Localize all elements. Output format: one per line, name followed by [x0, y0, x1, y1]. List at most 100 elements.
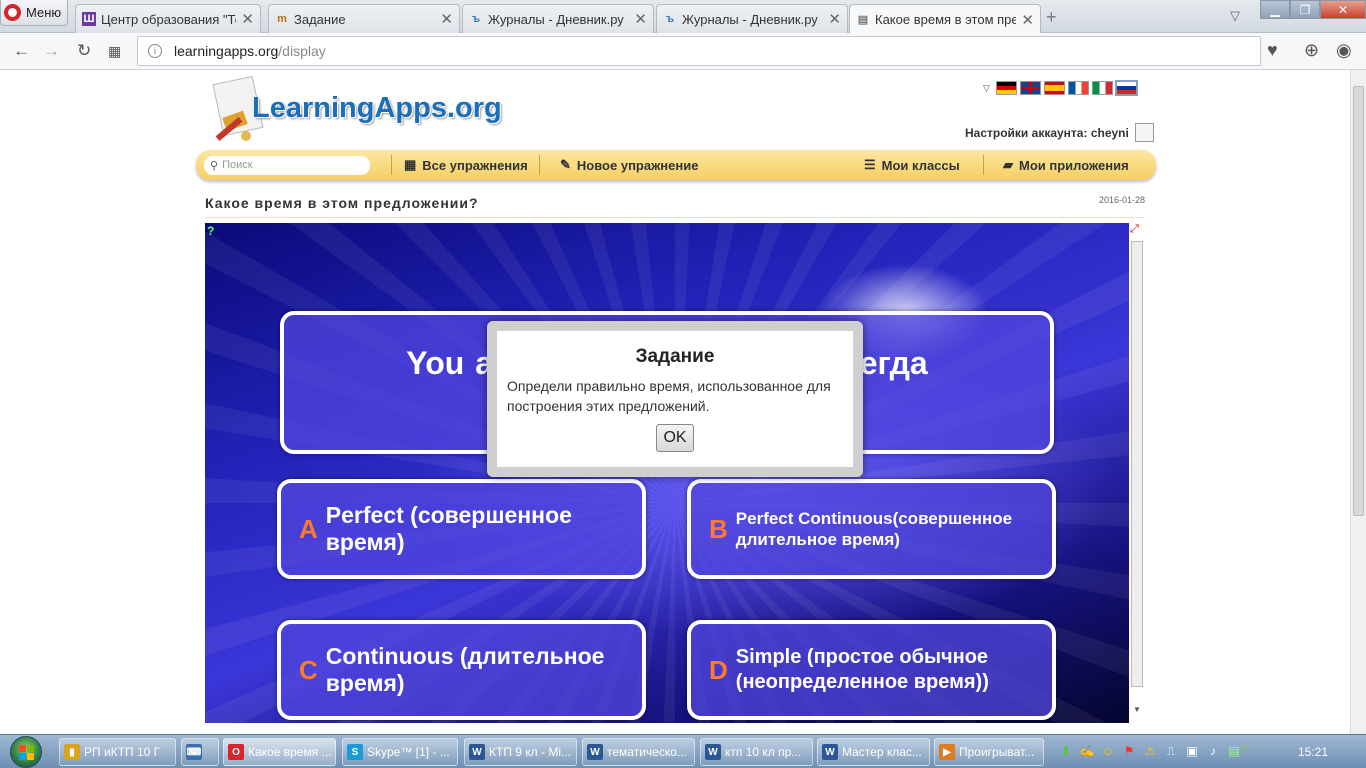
window-controls: ▁ ❐ ✕	[1260, 0, 1366, 19]
new-tab-icon[interactable]: +	[1046, 7, 1057, 28]
reload-icon[interactable]: ↻	[77, 41, 91, 61]
flag-es-icon[interactable]	[1043, 81, 1065, 95]
download-icon[interactable]: ⊕	[1304, 40, 1319, 61]
windows-logo-icon	[10, 736, 42, 768]
clock[interactable]: 15:21	[1298, 745, 1328, 759]
close-window-icon[interactable]: ✕	[1320, 0, 1366, 19]
pen-icon[interactable]: ✍	[1079, 742, 1095, 760]
taskbar-item[interactable]: O Какое время ...	[223, 738, 336, 766]
page-date: 2016-01-28	[1099, 195, 1146, 205]
taskbar-app-icon: S	[347, 744, 363, 760]
flag-ru-icon[interactable]	[1114, 80, 1138, 96]
answer-b-button[interactable]: B Perfect Continuous(совершенное длитель…	[687, 479, 1056, 579]
avatar[interactable]	[1134, 123, 1154, 142]
volume-icon[interactable]: ♪	[1205, 742, 1221, 760]
close-icon[interactable]: ✕	[440, 10, 453, 28]
answer-a-button[interactable]: A Perfect (совершенное время)	[277, 479, 646, 579]
tab-menu-icon[interactable]: ▽	[1230, 8, 1240, 24]
close-icon[interactable]: ✕	[1021, 11, 1034, 29]
nav-my-apps[interactable]: ▰ Мои приложения	[1003, 150, 1129, 180]
taskbar-app-icon: O	[228, 744, 244, 760]
warning-icon[interactable]: ⚠	[1142, 742, 1158, 760]
answer-letter: B	[709, 513, 728, 544]
answer-letter: A	[299, 513, 318, 544]
tab-dnevnik-1[interactable]: ъ Журналы - Дневник.ру ✕	[462, 4, 654, 33]
tab-zadanie[interactable]: m Задание ✕	[268, 4, 460, 33]
network-icon[interactable]: ▣	[1184, 742, 1200, 760]
flag-fr-icon[interactable]	[1067, 81, 1089, 95]
folder-icon: ▰	[1003, 157, 1013, 172]
start-button[interactable]	[3, 735, 49, 768]
taskbar-app-icon: W	[705, 744, 721, 760]
opera-menu-button[interactable]: Меню	[0, 0, 68, 26]
app-tray-icon[interactable]: ▤	[1226, 742, 1242, 760]
taskbar-item[interactable]: W Мастер клас...	[817, 738, 930, 766]
grid-icon: ▦	[404, 157, 417, 172]
tab-center[interactable]: Ш Центр образования "Техн ✕	[75, 4, 261, 33]
search-input[interactable]: ⚲ Поиск	[204, 155, 370, 175]
dnevnik-icon: ъ	[471, 13, 481, 25]
nav-my-classes[interactable]: ☰ Мои классы	[864, 150, 960, 180]
fullscreen-icon[interactable]: ⤢	[1130, 223, 1144, 237]
taskbar-item[interactable]: ▶ Проигрыват...	[934, 738, 1044, 766]
scrollbar-thumb[interactable]	[1353, 86, 1364, 516]
usb-icon[interactable]: ⎍	[1163, 742, 1179, 760]
dialog-title: Задание	[635, 346, 715, 367]
flag-it-icon[interactable]	[1091, 81, 1113, 95]
answer-c-button[interactable]: C Continuous (длительное время)	[277, 620, 646, 720]
flag-de-icon[interactable]	[995, 81, 1017, 95]
taskbar-item[interactable]: S Skype™ [1] - ...	[342, 738, 458, 766]
page-icon: ▤	[857, 14, 869, 26]
taskbar-item[interactable]: W КТП 9 кл - Mi...	[464, 738, 577, 766]
nav-new-exercise[interactable]: ✎ Новое упражнение	[560, 150, 698, 180]
answer-d-button[interactable]: D Simple (простое обычное (неопределенно…	[687, 620, 1056, 720]
taskbar-item[interactable]: ▮ РП иКТП 10 Г	[59, 738, 176, 766]
nav-label: Новое упражнение	[576, 157, 699, 173]
speed-dial-icon[interactable]: ▦	[108, 43, 121, 60]
answer-text: Perfect (совершенное время)	[325, 502, 572, 555]
heart-icon[interactable]: ♥	[1267, 40, 1278, 61]
flag-en-icon[interactable]	[1019, 81, 1041, 95]
taskbar-item[interactable]: ⌨	[181, 738, 219, 766]
arrow-icon[interactable]: ⬇	[1058, 742, 1074, 760]
minimize-icon[interactable]: ▁	[1260, 0, 1290, 19]
windows-taskbar: ▮ РП иКТП 10 Г ⌨ O Какое время ... S Skype™ [1…	[0, 734, 1366, 768]
nav-all-exercises[interactable]: ▦ Все упражнения	[404, 150, 528, 180]
answer-text: Perfect Continuous(совершенное длительно…	[735, 509, 1013, 549]
tab-title: Какое время в этом пред	[875, 12, 1017, 27]
shi-icon: Ш	[82, 12, 96, 26]
smiley-icon[interactable]: ☺	[1100, 742, 1116, 760]
divider	[205, 217, 1145, 218]
account-settings[interactable]: Настройки аккаунта: cheyni	[965, 123, 1154, 142]
nav-label: Мои классы	[881, 157, 960, 173]
app-scrollbar[interactable]: ▼	[1129, 223, 1145, 723]
account-icon[interactable]: ◉	[1336, 40, 1352, 61]
site-info-icon[interactable]: i	[148, 44, 162, 58]
page-scrollbar[interactable]	[1350, 70, 1366, 734]
taskbar-item[interactable]: Wтематическо...	[582, 738, 695, 766]
close-icon[interactable]: ✕	[241, 10, 254, 28]
main-nav-bar: ⚲ Поиск ▦ Все упражнения ✎ Новое упражне…	[196, 150, 1156, 180]
taskbar-item-label: РП иКТП 10 Г	[84, 745, 161, 759]
help-icon[interactable]: ?	[207, 224, 214, 238]
taskbar-item[interactable]: Wктп 10 кл пр...	[700, 738, 813, 766]
taskbar-item-label: КТП 9 кл - Mi...	[489, 745, 572, 759]
chevron-down-icon[interactable]: ▽	[983, 83, 990, 94]
back-icon[interactable]: ←	[13, 41, 30, 61]
ok-button[interactable]: OK	[656, 424, 694, 452]
answer-text: Simple (простое обычное (неопределенное …	[735, 646, 989, 693]
taskbar-app-icon: W	[587, 744, 603, 760]
scrollbar-thumb[interactable]	[1131, 241, 1143, 687]
tab-dnevnik-2[interactable]: ъ Журналы - Дневник.ру ✕	[656, 4, 848, 33]
taskbar-app-icon: W	[469, 744, 485, 760]
scroll-down-icon[interactable]: ▼	[1133, 705, 1141, 714]
site-logo[interactable]: LearningApps.org	[252, 92, 502, 125]
close-icon[interactable]: ✕	[634, 10, 647, 28]
forward-icon[interactable]: →	[43, 41, 60, 61]
flag-icon[interactable]: ⚑	[1121, 742, 1137, 760]
tab-active-quiz[interactable]: ▤ Какое время в этом пред ✕	[849, 4, 1041, 34]
url-field[interactable]: i learningapps.org/display	[137, 36, 1261, 66]
close-icon[interactable]: ✕	[828, 10, 841, 28]
menu-label: Меню	[26, 5, 62, 20]
maximize-icon[interactable]: ❐	[1290, 0, 1320, 19]
